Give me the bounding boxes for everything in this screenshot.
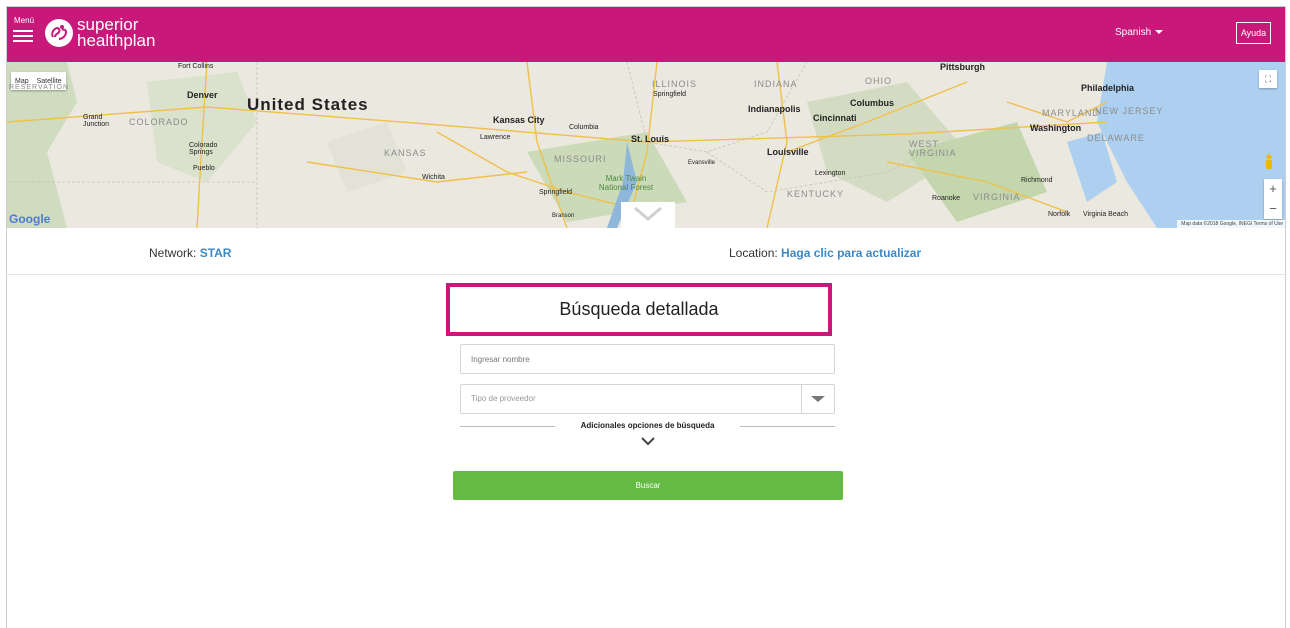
map-label: Denver [187, 90, 218, 100]
provider-map[interactable]: Map Satellite RESERVATION Fort Collins D… [7, 62, 1285, 228]
map-label: Columbus [850, 98, 894, 108]
browser-viewport: Menú superior healthplan Spanish Ayuda M… [6, 6, 1286, 628]
map-label: Roanoke [932, 195, 961, 202]
map-label: St. Louis [631, 134, 669, 144]
provider-type-select[interactable]: Tipo de proveedor [460, 384, 835, 414]
map-label: Cincinnati [813, 113, 857, 123]
zoom-control: + − [1264, 179, 1282, 219]
map-label: NEW JERSEY [1095, 106, 1164, 116]
map-label: Pittsburgh [940, 62, 985, 72]
language-dropdown[interactable]: Spanish [1115, 27, 1164, 38]
map-label: Washington [1030, 123, 1082, 133]
map-label: Philadelphia [1081, 83, 1135, 93]
location-update-link[interactable]: Haga clic para actualizar [781, 246, 921, 260]
zoom-out-button[interactable]: − [1264, 199, 1282, 219]
location-info: Location: Haga clic para actualizar [729, 246, 921, 260]
logo-text-healthplan: healthplan [77, 31, 156, 50]
help-button[interactable]: Ayuda [1236, 22, 1271, 44]
map-label: Branson [552, 213, 575, 219]
caret-down-icon [1155, 30, 1164, 35]
advanced-options-label: Adicionales opciones de búsqueda [580, 421, 715, 430]
map-label: OHIO [865, 76, 893, 86]
search-button[interactable]: Buscar [453, 471, 843, 500]
map-label: DELAWARE [1087, 133, 1145, 143]
map-attribution[interactable]: Map data ©2018 Google, INEGI Terms of Us… [1177, 220, 1285, 228]
map-label: VIRGINIA [973, 192, 1021, 202]
logo-mark-icon [45, 19, 73, 47]
map-label: United States [247, 95, 369, 114]
fullscreen-icon: ⛶ [1264, 74, 1272, 84]
map-label: Grand Junction [83, 114, 110, 128]
map-label: Colorado Springs [189, 142, 218, 156]
map-label: RESERVATION [9, 84, 70, 91]
map-label: Pueblo [193, 165, 215, 172]
top-navigation-bar: Menú superior healthplan Spanish Ayuda [7, 7, 1285, 62]
map-label: MISSOURI [554, 154, 607, 164]
menu-label: Menú [14, 16, 35, 25]
street-view-pegman-icon[interactable] [1264, 154, 1274, 170]
language-label: Spanish [1115, 27, 1152, 38]
map-label: KENTUCKY [787, 189, 845, 199]
network-value[interactable]: STAR [200, 246, 232, 260]
map-label: Lexington [815, 170, 846, 177]
map-label: Richmond [1021, 177, 1053, 184]
network-info: Network: STAR [149, 246, 231, 260]
map-label: Evansville [688, 160, 716, 166]
name-field[interactable] [460, 344, 835, 374]
name-input[interactable] [461, 345, 821, 373]
map-label: Fort Collins [178, 63, 214, 70]
fullscreen-button[interactable]: ⛶ [1259, 70, 1277, 88]
map-label: WEST VIRGINIA [909, 139, 957, 158]
map-label: KANSAS [384, 148, 427, 158]
map-collapse-toggle[interactable] [621, 202, 675, 228]
menu-button[interactable]: Menú [13, 14, 37, 50]
map-label: Lawrence [480, 134, 511, 141]
provider-type-placeholder: Tipo de proveedor [471, 394, 536, 403]
map-label: Louisville [767, 147, 809, 157]
map-label: COLORADO [129, 117, 189, 127]
caret-down-icon [811, 396, 825, 402]
map-label: Columbia [569, 124, 599, 131]
search-title: Búsqueda detallada [446, 283, 832, 336]
map-label: Springfield [539, 189, 573, 196]
location-label: Location: [729, 246, 778, 260]
chevron-down-icon [641, 437, 655, 446]
map-label: Mark Twain National Forest [598, 174, 654, 192]
map-label: Wichita [422, 174, 445, 181]
zoom-in-button[interactable]: + [1264, 179, 1282, 199]
map-label: Indianapolis [748, 104, 801, 114]
map-label: Springfield [653, 91, 687, 98]
advanced-options-toggle[interactable]: Adicionales opciones de búsqueda [460, 416, 835, 446]
network-label: Network: [149, 246, 197, 260]
map-label: Norfolk [1048, 211, 1071, 218]
network-location-bar: Network: STAR Location: Haga clic para a… [7, 228, 1285, 275]
provider-type-dropdown-button[interactable] [801, 385, 834, 413]
map-label: MARYLAND [1042, 108, 1100, 118]
map-label: ILLINOIS [652, 79, 698, 89]
map-label: Virginia Beach [1083, 211, 1129, 218]
map-label: INDIANA [754, 79, 798, 89]
map-label: Kansas City [493, 115, 545, 125]
chevron-down-icon [634, 206, 662, 221]
google-logo: Google [9, 212, 51, 226]
hamburger-icon [13, 30, 33, 45]
